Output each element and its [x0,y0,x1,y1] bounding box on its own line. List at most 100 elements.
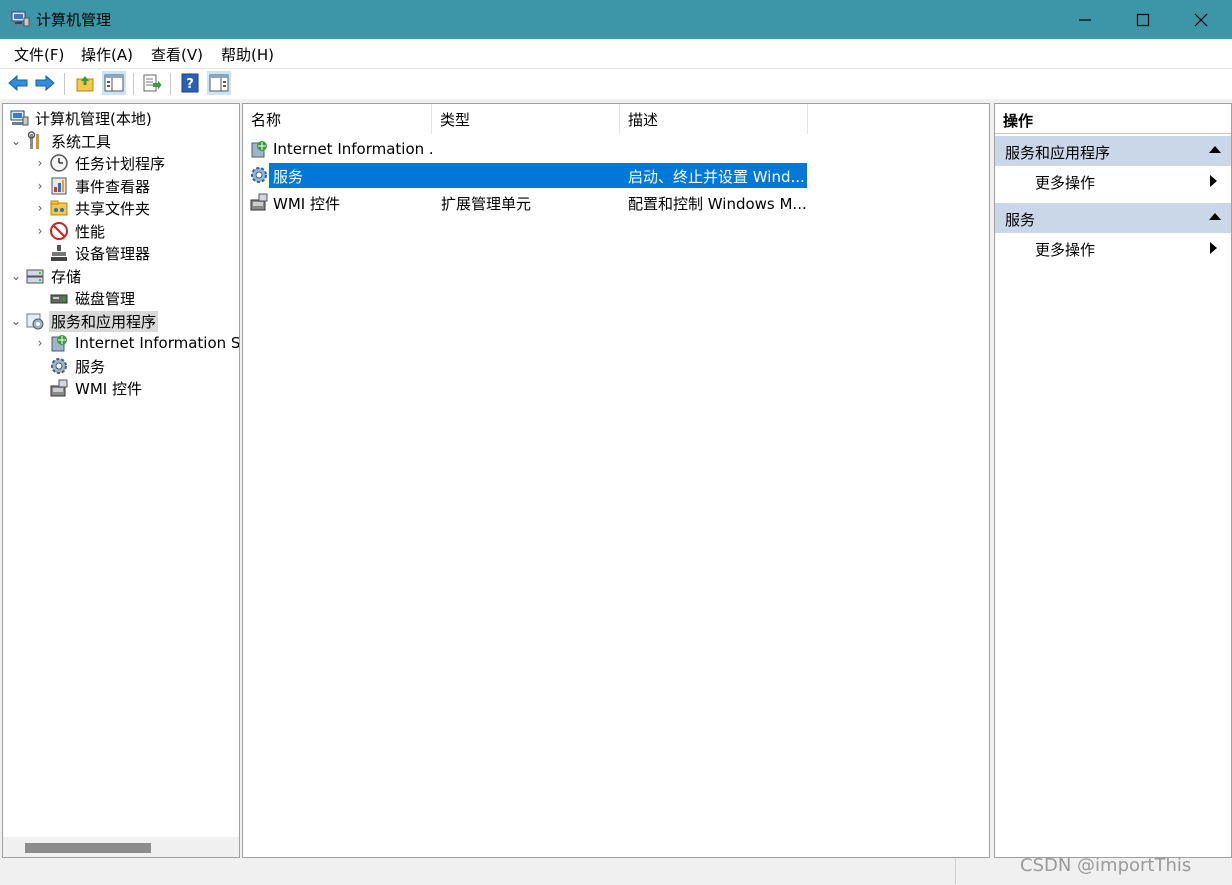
expand-chevron-icon[interactable]: › [33,201,47,215]
export-list-button[interactable] [140,71,164,95]
event-viewer-icon [51,177,67,195]
cell-name: WMI 控件 [273,195,340,213]
menu-bar: 文件(F) 操作(A) 查看(V) 帮助(H) [0,39,1232,68]
action-section-header-services[interactable]: 服务 [995,203,1231,233]
device-manager-icon [51,245,67,261]
list-row-wmi-control[interactable]: WMI 控件 扩展管理单元 配置和控制 Windows M... [247,190,807,215]
tree-item-performance[interactable]: › 性能 [33,220,107,242]
watermark: CSDN @importThis [1020,855,1192,876]
scrollbar-thumb[interactable] [25,843,151,853]
show-hide-tree-icon [104,74,124,92]
tree-item-services[interactable]: 服务 [33,355,107,377]
tree-label: 计算机管理(本地) [35,109,152,128]
column-header-description[interactable]: 描述 [620,104,808,134]
submenu-arrow-icon [1210,242,1217,254]
collapse-chevron-icon[interactable]: ⌄ [9,314,23,328]
expand-chevron-icon[interactable]: › [33,179,47,193]
back-arrow-icon [8,74,28,92]
tree-item-computer-management[interactable]: 计算机管理(本地) [7,107,154,129]
iis-icon [251,141,267,158]
tree-label: Internet Information Se [75,334,240,352]
column-header-type[interactable]: 类型 [432,104,620,134]
tree-label: 服务 [75,357,106,376]
tree-label: 任务计划程序 [75,154,166,173]
show-hide-action-pane-button[interactable] [207,71,231,95]
svg-text:?: ? [186,77,194,92]
collapse-chevron-icon[interactable]: ⌄ [9,269,23,283]
up-one-level-button[interactable] [73,71,97,95]
actions-pane: 操作 服务和应用程序 更多操作 服务 更多操作 [994,103,1232,858]
submenu-arrow-icon [1210,175,1217,187]
toolbar-separator [64,73,65,95]
iis-icon [51,335,67,352]
section-label: 服务和应用程序 [1005,144,1111,162]
tree-item-shared-folders[interactable]: › 共享文件夹 [33,197,152,219]
tree-item-system-tools[interactable]: ⌄ 系统工具 [9,130,113,152]
results-list-pane[interactable]: 名称 类型 描述 Internet Information ... 服务 启动、… [242,103,990,858]
list-row-services[interactable]: 服务 启动、终止并设置 Wind... [247,163,807,188]
tree-label: 设备管理器 [75,244,151,263]
gear-icon [51,358,67,374]
collapse-triangle-icon[interactable] [1209,213,1221,220]
collapse-triangle-icon[interactable] [1209,146,1221,153]
up-folder-icon [76,76,94,92]
action-more-actions[interactable]: 更多操作 [995,166,1231,196]
wmi-icon [50,379,68,397]
tree-item-task-scheduler[interactable]: › 任务计划程序 [33,152,167,174]
wmi-icon [250,193,268,211]
tree-item-storage[interactable]: ⌄ 存储 [9,265,83,287]
minimize-button[interactable] [1056,0,1114,39]
section-label: 服务 [1005,211,1036,229]
status-divider [955,858,957,884]
tree-label: 服务和应用程序 [49,310,159,332]
help-button[interactable]: ? [178,71,202,95]
menu-view[interactable]: 查看(V) [151,44,203,65]
tree-label: 系统工具 [51,132,112,151]
services-applications-icon [26,313,44,330]
tree-item-wmi-control[interactable]: WMI 控件 [33,377,144,399]
tree-item-disk-management[interactable]: 磁盘管理 [33,287,137,309]
maximize-icon [1136,13,1150,26]
expand-chevron-icon[interactable]: › [33,336,47,350]
forward-button[interactable] [33,71,57,95]
column-header-name[interactable]: 名称 [243,104,432,134]
back-button[interactable] [6,71,30,95]
maximize-button[interactable] [1114,0,1172,39]
show-hide-action-pane-icon [209,74,229,92]
horizontal-scrollbar[interactable] [3,837,239,857]
tree-item-iis[interactable]: › Internet Information Se [33,332,240,354]
close-button[interactable] [1172,0,1230,39]
menu-help[interactable]: 帮助(H) [221,44,274,65]
expand-chevron-icon[interactable]: › [33,156,47,170]
menu-action[interactable]: 操作(A) [81,44,133,65]
close-icon [1194,13,1208,26]
tree-label: 共享文件夹 [75,199,151,218]
expand-chevron-icon[interactable]: › [33,224,47,238]
window-title: 计算机管理 [36,11,112,29]
actions-title-label: 操作 [1003,112,1034,130]
console-tree-pane[interactable]: 计算机管理(本地) ⌄ 系统工具 › 任务计划程序 › 事件查看器 › 共享文件… [2,103,240,858]
title-bar: 计算机管理 [0,0,1232,39]
computer-management-icon [10,110,29,126]
actions-title: 操作 [995,104,1231,134]
action-more-actions[interactable]: 更多操作 [995,233,1231,263]
list-row-iis[interactable]: Internet Information ... [247,137,807,162]
cell-description: 配置和控制 Windows M... [628,195,806,213]
menu-file[interactable]: 文件(F) [14,44,64,65]
tree-label: 事件查看器 [75,177,151,196]
gear-icon [251,167,267,183]
tree-label: 磁盘管理 [75,289,136,308]
tree-label: 性能 [75,222,106,241]
cell-description: 启动、终止并设置 Wind... [628,168,805,186]
forward-arrow-icon [35,74,55,92]
tree-item-device-manager[interactable]: 设备管理器 [33,242,152,264]
minimize-icon [1079,18,1091,21]
tree-item-event-viewer[interactable]: › 事件查看器 [33,175,152,197]
show-hide-tree-button[interactable] [102,71,126,95]
cell-type: 扩展管理单元 [441,195,532,213]
collapse-chevron-icon[interactable]: ⌄ [9,134,23,148]
tree-item-services-and-applications[interactable]: ⌄ 服务和应用程序 [9,310,159,332]
action-section-header-services-apps[interactable]: 服务和应用程序 [995,136,1231,166]
toolbar: ? [0,68,1232,99]
cell-name: 服务 [273,168,304,186]
